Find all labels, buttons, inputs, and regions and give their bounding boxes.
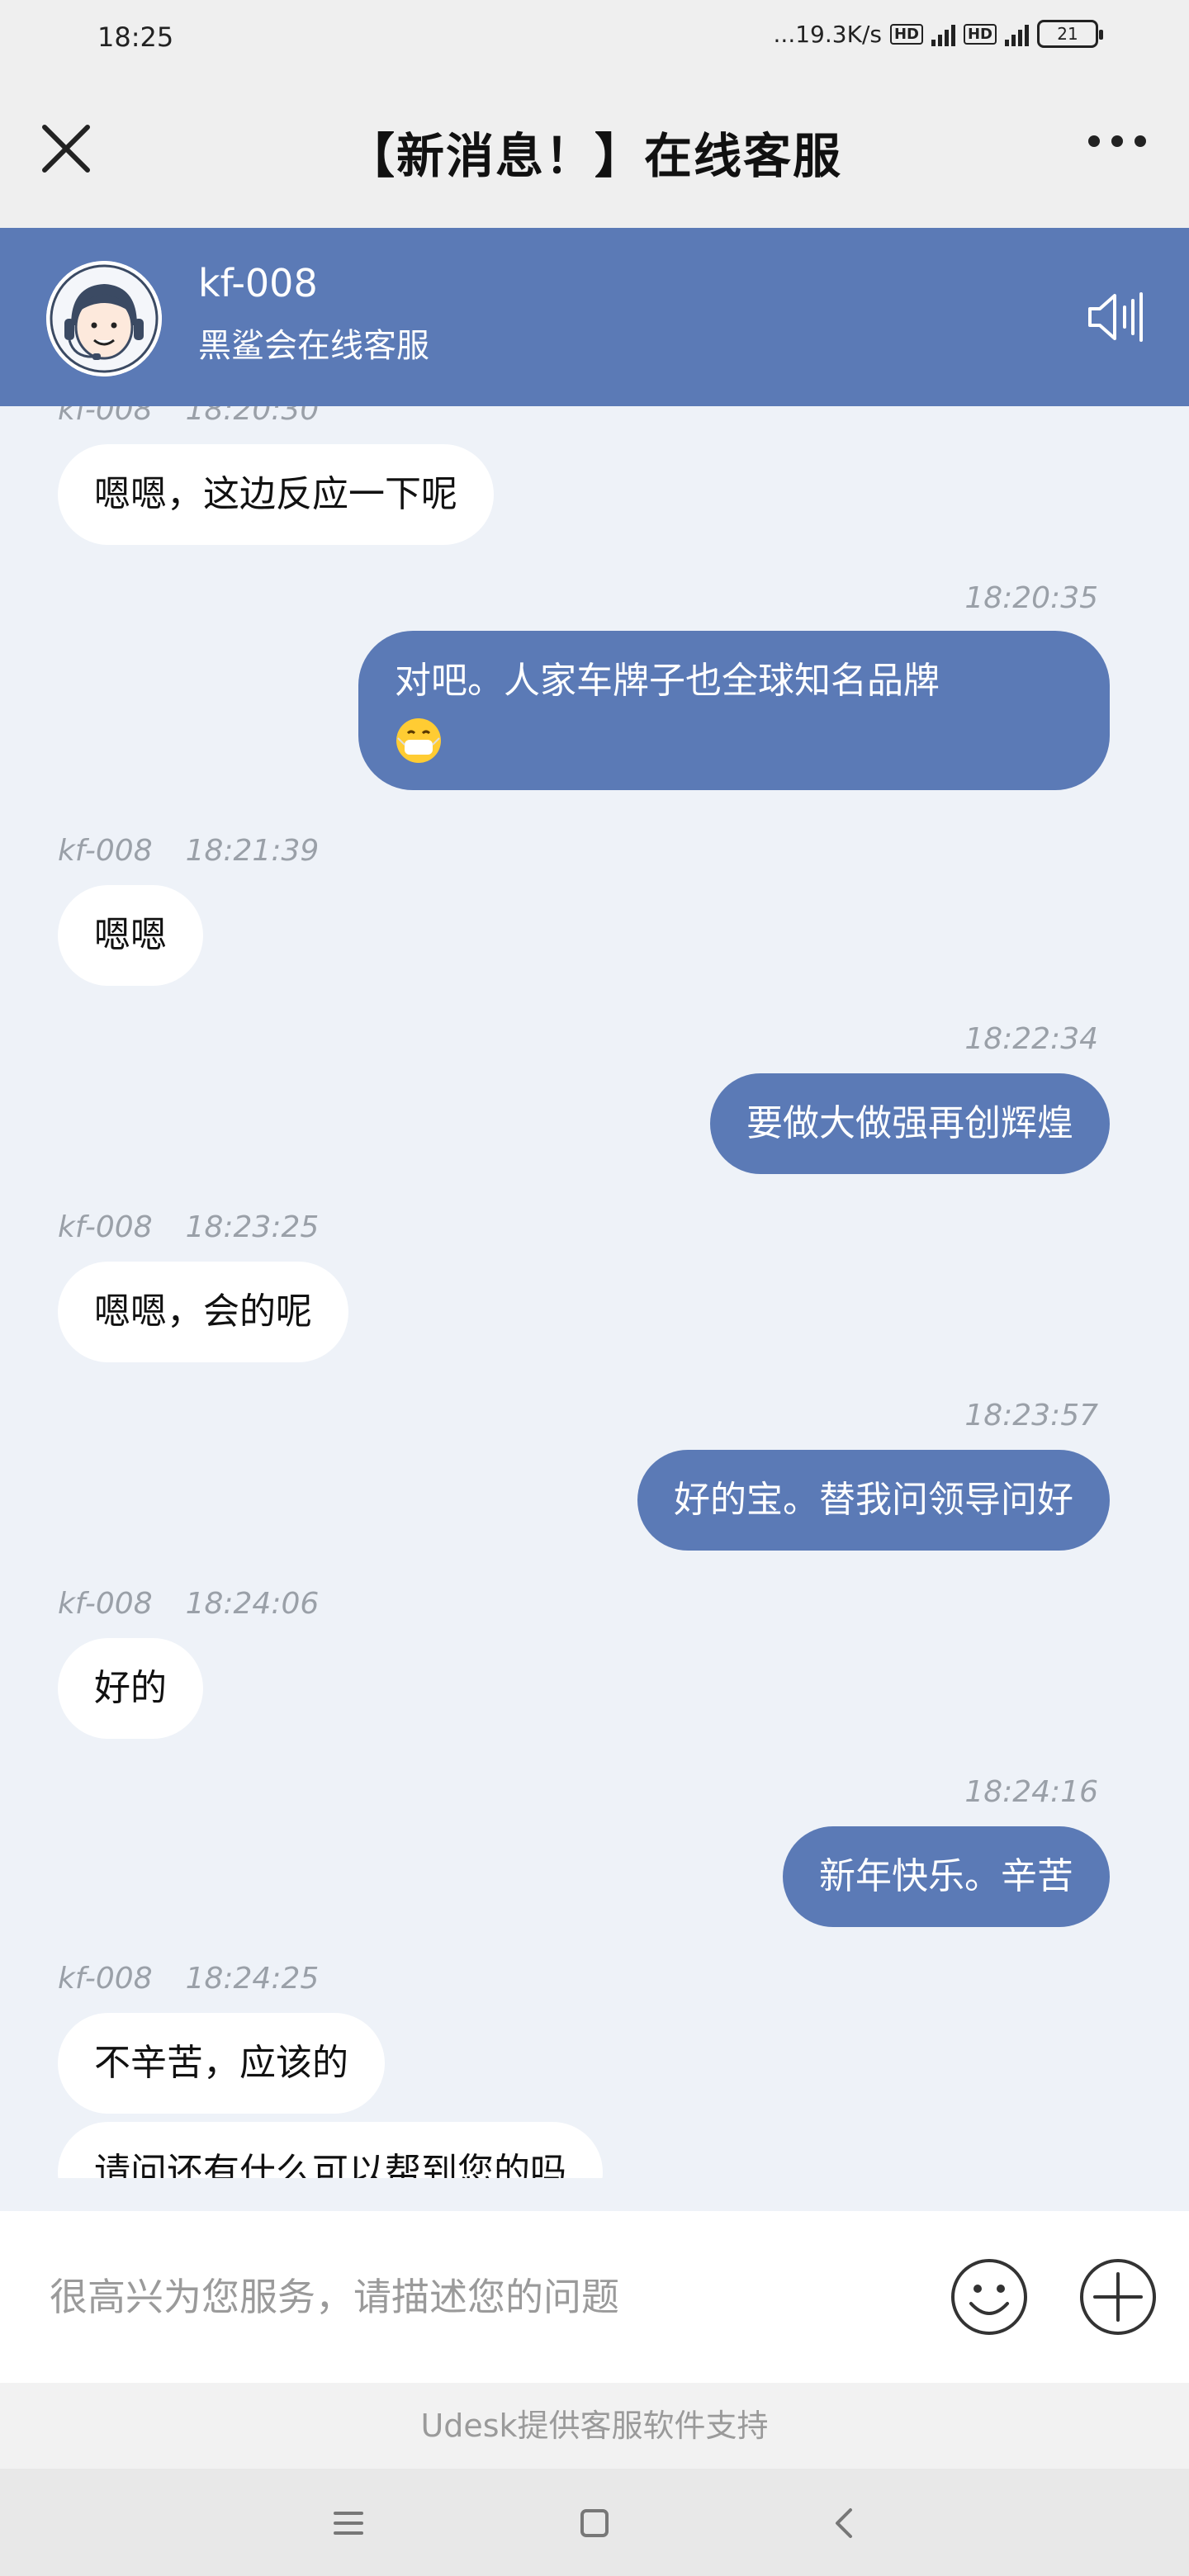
- message-text: 对吧。人家车牌子也全球知名品牌: [395, 660, 940, 702]
- more-icon[interactable]: [1088, 135, 1146, 147]
- agent-message-bubble: 嗯嗯，会的呢: [58, 1262, 348, 1363]
- signal-icon: [931, 21, 955, 46]
- system-nav-bar: [0, 2469, 1189, 2576]
- message-time: 18:24:16: [964, 1775, 1098, 1809]
- battery-icon: 21: [1037, 20, 1103, 48]
- plus-icon[interactable]: [1078, 2257, 1158, 2337]
- agent-message-bubble: 好的: [58, 1638, 203, 1740]
- smiley-icon[interactable]: [950, 2257, 1029, 2337]
- home-square-icon[interactable]: [570, 2498, 619, 2548]
- user-message-bubble: 新年快乐。辛苦: [783, 1826, 1110, 1928]
- sender-name: kf-008: [58, 1210, 153, 1244]
- message-meta: kf-008 18:20:30: [58, 406, 319, 427]
- message-time: 18:23:57: [964, 1399, 1098, 1432]
- agent-message-bubble: 嗯嗯，这边反应一下呢: [58, 444, 494, 546]
- agent-name: kf-008: [198, 261, 318, 305]
- chat-area[interactable]: kf-008 18:20:30 嗯嗯，这边反应一下呢 18:20:35 对吧。人家…: [0, 406, 1189, 2178]
- message-time: 18:20:35: [964, 581, 1098, 615]
- message-time: 18:22:34: [964, 1022, 1098, 1056]
- status-time: 18:25: [97, 21, 174, 53]
- message-meta: kf-008 18:23:25: [58, 1210, 319, 1244]
- input-bar: [0, 2211, 1189, 2383]
- message-time: 18:21:39: [185, 834, 320, 868]
- sender-name: kf-008: [58, 1587, 153, 1621]
- agent-header: kf-008 黑鲨会在线客服: [0, 228, 1189, 406]
- hd-badge: HD: [889, 23, 923, 45]
- mask-face-emoji: [396, 718, 441, 764]
- message-input[interactable]: [50, 2264, 908, 2330]
- agent-message-bubble: 请问还有什么可以帮到您的吗: [58, 2122, 603, 2178]
- sender-name: kf-008: [58, 834, 153, 868]
- agent-avatar: [46, 261, 162, 376]
- message-meta: kf-008 18:24:25: [58, 1962, 319, 1996]
- page-title: 【新消息！】在线客服: [346, 128, 842, 184]
- sender-name: kf-008: [58, 406, 153, 427]
- user-message-bubble: 对吧。人家车牌子也全球知名品牌: [358, 631, 1110, 790]
- powered-by-text: Udesk提供客服软件支持: [0, 2383, 1189, 2469]
- user-message-bubble: 好的宝。替我问领导问好: [637, 1450, 1110, 1551]
- network-speed: ...19.3K/s: [773, 20, 882, 48]
- agent-message-bubble: 不辛苦，应该的: [58, 2013, 385, 2114]
- status-bar: 18:25 ...19.3K/s HD HD 21: [0, 0, 1189, 83]
- message-time: 18:24:06: [185, 1587, 320, 1621]
- agent-subtitle: 黑鲨会在线客服: [198, 327, 429, 365]
- signal-icon: [1005, 21, 1029, 46]
- hd-badge: HD: [963, 23, 997, 45]
- speaker-icon[interactable]: [1085, 286, 1148, 348]
- message-time: 18:20:30: [185, 406, 320, 427]
- user-message-bubble: 要做大做强再创辉煌: [710, 1073, 1110, 1175]
- title-bar: 【新消息！】在线客服: [0, 83, 1189, 228]
- agent-message-bubble: 嗯嗯: [58, 885, 203, 987]
- message-meta: kf-008 18:21:39: [58, 834, 319, 868]
- back-icon[interactable]: [819, 2498, 869, 2548]
- sender-name: kf-008: [58, 1962, 153, 1996]
- message-meta: kf-008 18:24:06: [58, 1587, 319, 1621]
- message-time: 18:23:25: [185, 1210, 320, 1244]
- menu-icon[interactable]: [324, 2498, 373, 2548]
- status-indicators: ...19.3K/s HD HD 21: [773, 20, 1103, 48]
- message-time: 18:24:25: [185, 1962, 320, 1996]
- battery-level: 21: [1057, 24, 1078, 44]
